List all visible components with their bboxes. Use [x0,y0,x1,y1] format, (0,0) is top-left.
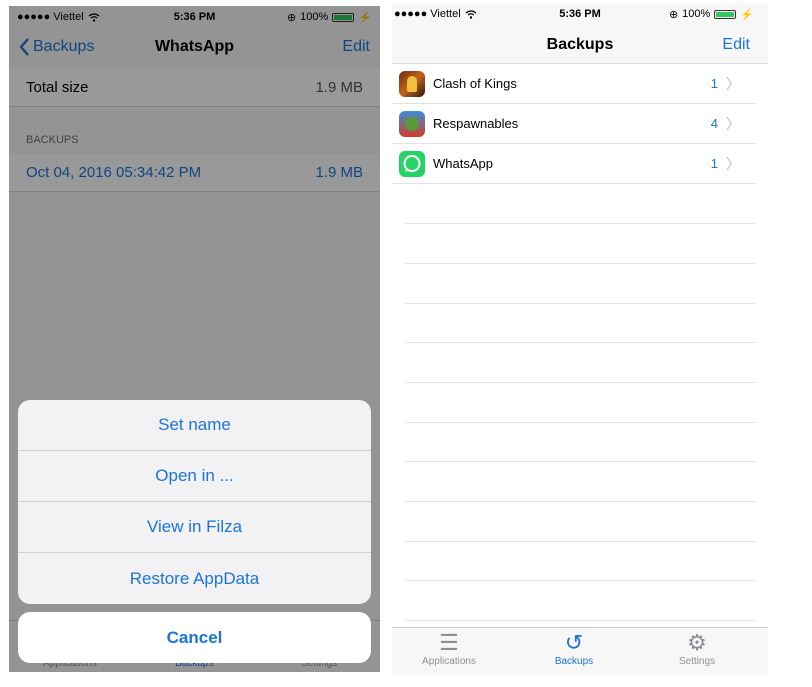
divider [405,501,756,502]
backup-count: 1 [710,76,718,91]
app-name: WhatsApp [433,156,493,171]
respawnables-icon [399,110,425,137]
action-sheet: Set name Open in ... View in Filza Resto… [18,400,371,604]
status-bar: ●●●●● Viettel 5:36 PM ⊕ 100% ⚡ [392,3,768,25]
app-row-respawnables[interactable]: Respawnables 4 〉 [392,104,756,144]
app-name: Respawnables [433,116,519,131]
tab-bar: ☰ Applications ↺ Backups ⚙ Settings [392,627,768,675]
app-name: Clash of Kings [433,76,517,91]
divider [405,461,756,462]
edit-button[interactable]: Edit [722,36,750,54]
tab-label: Settings [678,656,716,667]
left-screen: ●●●●● Viettel 5:36 PM ⊕ 100% ⚡ Backups W… [9,6,380,672]
right-screen: ●●●●● Viettel 5:36 PM ⊕ 100% ⚡ Backups E… [392,3,768,675]
divider [405,223,756,224]
gear-icon: ⚙ [687,630,707,655]
app-row-whatsapp[interactable]: WhatsApp 1 〉 [392,144,756,184]
list-icon: ☰ [439,630,459,655]
open-in-option[interactable]: Open in ... [18,451,371,502]
restore-appdata-option[interactable]: Restore AppData [18,553,371,604]
divider [405,541,756,542]
divider [405,620,756,621]
divider [405,382,756,383]
nav-title: Backups [546,36,614,53]
clash-of-kings-icon [399,70,425,97]
divider [405,303,756,304]
chevron-right-icon: 〉 [726,75,740,92]
tab-settings[interactable]: ⚙ Settings [647,630,747,667]
cancel-button[interactable]: Cancel [18,612,371,663]
tab-label: Backups [554,656,594,667]
app-row-clash-of-kings[interactable]: Clash of Kings 1 〉 [392,64,756,104]
tab-applications[interactable]: ☰ Applications [399,630,499,667]
tab-label: Applications [422,656,476,667]
view-in-filza-option[interactable]: View in Filza [18,502,371,553]
chevron-right-icon: 〉 [726,115,740,132]
divider [405,342,756,343]
divider [405,580,756,581]
backup-count: 4 [710,116,718,131]
history-clock-icon: ↺ [564,630,584,655]
charging-icon: ⚡ [740,8,754,21]
chevron-right-icon: 〉 [726,155,740,172]
divider [405,263,756,264]
tab-backups[interactable]: ↺ Backups [524,630,624,667]
set-name-option[interactable]: Set name [18,400,371,451]
battery-icon [714,9,737,19]
top-bar: ●●●●● Viettel 5:36 PM ⊕ 100% ⚡ Backups E… [392,3,768,64]
divider [405,422,756,423]
rotation-lock-icon: ⊕ [668,8,679,21]
whatsapp-icon [399,150,425,177]
battery-percent: 100% [682,8,711,20]
backup-count: 1 [710,156,718,171]
